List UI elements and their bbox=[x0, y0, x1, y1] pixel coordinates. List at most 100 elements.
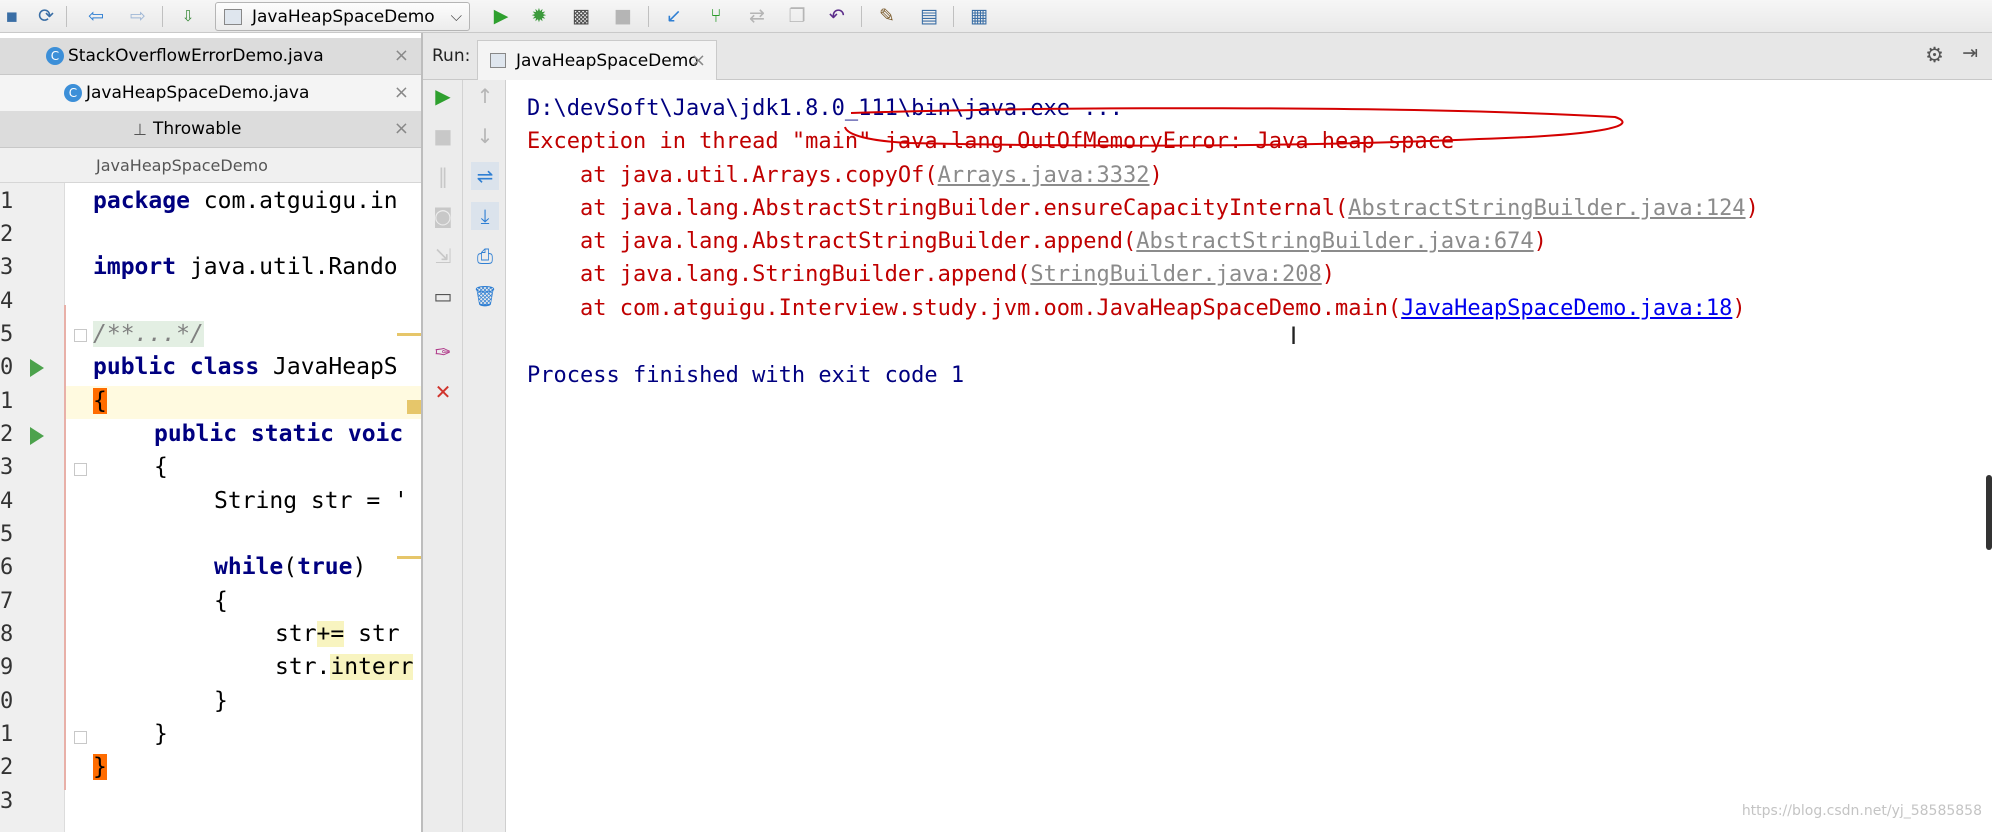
editor-tab-throwable[interactable]: ⊥ Throwable × bbox=[0, 111, 421, 148]
close-icon[interactable]: × bbox=[394, 82, 409, 103]
vcs-commit-icon[interactable]: ⑂ bbox=[704, 4, 728, 28]
close-run-icon[interactable]: ✕ bbox=[429, 378, 457, 406]
print-icon[interactable]: ⎙ bbox=[471, 242, 499, 270]
vcs-compare-icon[interactable]: ⇄ bbox=[745, 4, 769, 28]
gear-icon[interactable]: ⚙ bbox=[1925, 43, 1944, 67]
vcs-history-icon[interactable]: ❐ bbox=[785, 4, 809, 28]
settings-icon[interactable]: ✎ bbox=[875, 4, 899, 28]
stack-trace-line: at java.util.Arrays.copyOf(Arrays.java:3… bbox=[527, 159, 1163, 192]
line-number: 3 bbox=[0, 455, 14, 480]
code-line[interactable]: } bbox=[214, 685, 421, 718]
stop-icon[interactable]: ■ bbox=[429, 122, 457, 150]
line-number: 1 bbox=[0, 389, 14, 414]
breadcrumb[interactable]: JavaHeapSpaceDemo bbox=[0, 148, 421, 183]
line-number: 0 bbox=[0, 355, 14, 380]
close-icon[interactable]: × bbox=[394, 45, 409, 66]
pause-icon[interactable]: ‖ bbox=[429, 162, 457, 190]
trash-icon[interactable]: 🗑 bbox=[471, 282, 499, 310]
console-exit-line: Process finished with exit code 1 bbox=[527, 363, 965, 388]
run-icon[interactable]: ▶ bbox=[489, 4, 513, 28]
editor-tab-label: Throwable bbox=[152, 119, 242, 139]
fold-marker-icon[interactable] bbox=[74, 463, 87, 476]
error-stripe-marker[interactable] bbox=[407, 400, 421, 414]
code-line[interactable]: str+= str bbox=[275, 618, 421, 651]
revert-icon[interactable]: ↶ bbox=[825, 4, 849, 28]
coverage-icon[interactable]: ▩ bbox=[569, 4, 593, 28]
code-line[interactable]: public static voic bbox=[154, 418, 421, 451]
console-output[interactable]: D:\devSoft\Java\jdk1.8.0_111\bin\java.ex… bbox=[507, 80, 1992, 832]
soft-wrap-icon[interactable]: ⇌ bbox=[471, 162, 499, 190]
fold-marker-icon[interactable] bbox=[74, 329, 87, 342]
code-line[interactable]: { bbox=[93, 385, 421, 418]
error-stripe-marker[interactable] bbox=[397, 333, 421, 336]
code-line[interactable]: package com.atguigu.in bbox=[93, 185, 421, 218]
run-label: Run: bbox=[432, 46, 471, 66]
run-class-gutter-icon[interactable] bbox=[30, 359, 44, 377]
dump-threads-icon[interactable]: ◙ bbox=[429, 202, 457, 230]
run-tab-javaheapspace[interactable]: JavaHeapSpaceDemo × bbox=[477, 40, 717, 80]
hide-panel-icon[interactable]: ⇥ bbox=[1962, 42, 1978, 64]
debug-icon[interactable]: ✹ bbox=[527, 4, 551, 28]
line-number: 0 bbox=[0, 689, 14, 714]
close-icon[interactable]: × bbox=[394, 118, 409, 139]
editor-tab-javaheapspace[interactable]: C JavaHeapSpaceDemo.java × bbox=[0, 75, 421, 112]
code-line[interactable]: while(true) bbox=[214, 551, 421, 584]
code-text: str bbox=[275, 621, 317, 647]
build-icon[interactable]: ⇩ bbox=[176, 4, 200, 28]
editor-tab-stackoverflow[interactable]: C StackOverflowErrorDemo.java × bbox=[0, 38, 421, 75]
java-class-icon: C bbox=[64, 84, 82, 102]
save-icon[interactable]: ▪ bbox=[0, 4, 24, 28]
code-line[interactable]: str.interr bbox=[275, 651, 421, 684]
code-text: ( bbox=[283, 554, 298, 580]
code-line[interactable]: /**...*/ bbox=[93, 318, 421, 351]
code-line[interactable]: String str = ' bbox=[214, 485, 421, 518]
project-structure-icon[interactable]: ▤ bbox=[917, 4, 941, 28]
rerun-icon[interactable]: ▶ bbox=[429, 82, 457, 110]
toolbar-separator bbox=[861, 6, 862, 27]
code-line[interactable]: { bbox=[154, 451, 421, 484]
run-tool-header: Run: JavaHeapSpaceDemo × ⚙ ⇥ bbox=[423, 33, 1992, 80]
line-number: 1 bbox=[0, 722, 14, 747]
pin-icon[interactable]: ✑ bbox=[429, 338, 457, 366]
code-line[interactable]: { bbox=[214, 585, 421, 618]
down-arrow-icon[interactable]: ↓ bbox=[471, 122, 499, 150]
exit-icon[interactable]: ⇲ bbox=[429, 242, 457, 270]
vcs-update-icon[interactable]: ↙ bbox=[662, 4, 686, 28]
up-arrow-icon[interactable]: ↑ bbox=[471, 82, 499, 110]
run-config-label: JavaHeapSpaceDemo bbox=[252, 6, 435, 27]
stop-icon[interactable]: ■ bbox=[611, 4, 635, 28]
stack-frame-end: ) bbox=[1732, 296, 1746, 321]
toolbar-separator bbox=[953, 6, 954, 27]
source-link[interactable]: AbstractStringBuilder.java:124 bbox=[1348, 196, 1745, 221]
back-arrow-icon[interactable]: ⇦ bbox=[84, 4, 108, 28]
error-stripe-marker[interactable] bbox=[397, 556, 421, 559]
run-main-gutter-icon[interactable] bbox=[30, 427, 44, 445]
code-keyword: import bbox=[93, 254, 177, 280]
source-link[interactable]: JavaHeapSpaceDemo.java:18 bbox=[1401, 296, 1732, 321]
source-link[interactable]: Arrays.java:3332 bbox=[938, 163, 1150, 188]
scroll-to-end-icon[interactable]: ⤓ bbox=[471, 202, 499, 230]
code-keyword: true bbox=[297, 554, 353, 580]
line-number: 3 bbox=[0, 255, 14, 280]
matched-brace: { bbox=[93, 388, 107, 414]
sdk-icon[interactable]: ▦ bbox=[967, 4, 991, 28]
stack-trace-line: at com.atguigu.Interview.study.jvm.oom.J… bbox=[527, 292, 1746, 325]
source-link[interactable]: StringBuilder.java:208 bbox=[1030, 262, 1321, 287]
stack-frame: at java.lang.StringBuilder.append( bbox=[527, 262, 1031, 287]
stack-trace-line: at java.lang.AbstractStringBuilder.ensur… bbox=[527, 192, 1759, 225]
fold-marker-icon[interactable] bbox=[74, 731, 87, 744]
scrollbar-thumb[interactable] bbox=[1986, 475, 1992, 550]
code-line[interactable]: } bbox=[93, 751, 421, 784]
forward-arrow-icon[interactable]: ⇨ bbox=[126, 4, 150, 28]
sync-icon[interactable]: ⟳ bbox=[34, 4, 58, 28]
run-configuration-select[interactable]: JavaHeapSpaceDemo ⌵ bbox=[215, 2, 470, 31]
code-line[interactable]: } bbox=[154, 718, 421, 751]
code-line[interactable]: import java.util.Rando bbox=[93, 251, 421, 284]
stack-frame: at java.lang.AbstractStringBuilder.appen… bbox=[527, 229, 1137, 254]
source-link[interactable]: AbstractStringBuilder.java:674 bbox=[1136, 229, 1533, 254]
code-line[interactable]: public class JavaHeapS bbox=[93, 351, 421, 384]
watermark: https://blog.csdn.net/yj_58585858 bbox=[1741, 803, 1982, 819]
close-icon[interactable]: × bbox=[691, 50, 706, 71]
code-text: str. bbox=[275, 654, 331, 680]
layout-icon[interactable]: ▭ bbox=[429, 282, 457, 310]
